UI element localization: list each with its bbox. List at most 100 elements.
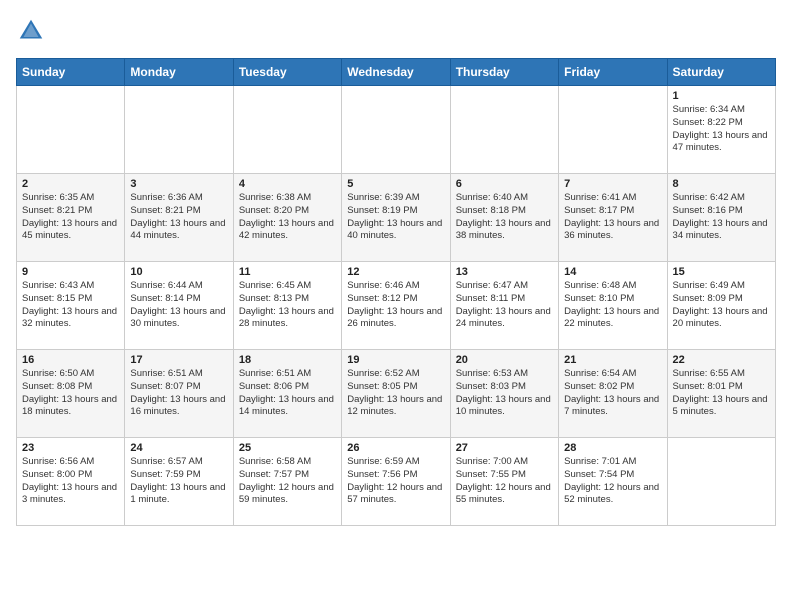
calendar-cell: 25 Sunrise: 6:58 AM Sunset: 7:57 PM Dayli… (233, 438, 341, 526)
day-number: 25 (239, 442, 336, 454)
day-info: Sunrise: 6:42 AM Sunset: 8:16 PM Dayligh… (673, 192, 770, 243)
day-number: 22 (673, 354, 770, 366)
calendar-cell: 14 Sunrise: 6:48 AM Sunset: 8:10 PM Dayli… (559, 262, 667, 350)
calendar-cell: 3 Sunrise: 6:36 AM Sunset: 8:21 PM Daylig… (125, 174, 233, 262)
day-info: Sunrise: 6:47 AM Sunset: 8:11 PM Dayligh… (456, 280, 553, 331)
calendar-cell: 24 Sunrise: 6:57 AM Sunset: 7:59 PM Dayli… (125, 438, 233, 526)
logo-icon (16, 16, 46, 46)
calendar-week-3: 9 Sunrise: 6:43 AM Sunset: 8:15 PM Daylig… (17, 262, 776, 350)
day-number: 6 (456, 178, 553, 190)
day-info: Sunrise: 6:44 AM Sunset: 8:14 PM Dayligh… (130, 280, 227, 331)
day-info: Sunrise: 6:40 AM Sunset: 8:18 PM Dayligh… (456, 192, 553, 243)
day-info: Sunrise: 6:58 AM Sunset: 7:57 PM Dayligh… (239, 456, 336, 507)
calendar-cell: 19 Sunrise: 6:52 AM Sunset: 8:05 PM Dayli… (342, 350, 450, 438)
calendar-cell: 18 Sunrise: 6:51 AM Sunset: 8:06 PM Dayli… (233, 350, 341, 438)
day-info: Sunrise: 6:38 AM Sunset: 8:20 PM Dayligh… (239, 192, 336, 243)
day-info: Sunrise: 6:56 AM Sunset: 8:00 PM Dayligh… (22, 456, 119, 507)
day-info: Sunrise: 6:36 AM Sunset: 8:21 PM Dayligh… (130, 192, 227, 243)
day-info: Sunrise: 6:52 AM Sunset: 8:05 PM Dayligh… (347, 368, 444, 419)
calendar-week-4: 16 Sunrise: 6:50 AM Sunset: 8:08 PM Dayli… (17, 350, 776, 438)
weekday-row: SundayMondayTuesdayWednesdayThursdayFrid… (17, 59, 776, 86)
calendar-cell: 28Sunrise: 7:01 AM Sunset: 7:54 PM Dayli… (559, 438, 667, 526)
calendar-cell: 12Sunrise: 6:46 AM Sunset: 8:12 PM Dayli… (342, 262, 450, 350)
calendar-cell (17, 86, 125, 174)
calendar-cell: 20Sunrise: 6:53 AM Sunset: 8:03 PM Dayli… (450, 350, 558, 438)
day-info: Sunrise: 6:51 AM Sunset: 8:07 PM Dayligh… (130, 368, 227, 419)
calendar-week-5: 23 Sunrise: 6:56 AM Sunset: 8:00 PM Dayli… (17, 438, 776, 526)
calendar-cell (667, 438, 775, 526)
day-info: Sunrise: 6:51 AM Sunset: 8:06 PM Dayligh… (239, 368, 336, 419)
calendar-cell: 5Sunrise: 6:39 AM Sunset: 8:19 PM Daylig… (342, 174, 450, 262)
day-number: 17 (130, 354, 227, 366)
day-number: 13 (456, 266, 553, 278)
day-info: Sunrise: 6:43 AM Sunset: 8:15 PM Dayligh… (22, 280, 119, 331)
calendar-cell: 13 Sunrise: 6:47 AM Sunset: 8:11 PM Dayli… (450, 262, 558, 350)
day-number: 8 (673, 178, 770, 190)
calendar-table: SundayMondayTuesdayWednesdayThursdayFrid… (16, 58, 776, 526)
day-number: 24 (130, 442, 227, 454)
page-header (16, 16, 776, 46)
day-number: 3 (130, 178, 227, 190)
calendar-body: 1 Sunrise: 6:34 AM Sunset: 8:22 PM Daylig… (17, 86, 776, 526)
weekday-header-friday: Friday (559, 59, 667, 86)
calendar-header: SundayMondayTuesdayWednesdayThursdayFrid… (17, 59, 776, 86)
day-number: 4 (239, 178, 336, 190)
day-number: 23 (22, 442, 119, 454)
logo (16, 16, 50, 46)
day-info: Sunrise: 6:39 AM Sunset: 8:19 PM Dayligh… (347, 192, 444, 243)
calendar-cell: 23 Sunrise: 6:56 AM Sunset: 8:00 PM Dayli… (17, 438, 125, 526)
calendar-cell (342, 86, 450, 174)
calendar-cell: 6 Sunrise: 6:40 AM Sunset: 8:18 PM Daylig… (450, 174, 558, 262)
day-info: Sunrise: 6:41 AM Sunset: 8:17 PM Dayligh… (564, 192, 661, 243)
day-number: 11 (239, 266, 336, 278)
calendar-week-1: 1 Sunrise: 6:34 AM Sunset: 8:22 PM Daylig… (17, 86, 776, 174)
day-number: 12 (347, 266, 444, 278)
day-number: 2 (22, 178, 119, 190)
day-number: 9 (22, 266, 119, 278)
calendar-cell: 17 Sunrise: 6:51 AM Sunset: 8:07 PM Dayli… (125, 350, 233, 438)
calendar-cell: 22 Sunrise: 6:55 AM Sunset: 8:01 PM Dayli… (667, 350, 775, 438)
day-info: Sunrise: 6:57 AM Sunset: 7:59 PM Dayligh… (130, 456, 227, 507)
weekday-header-monday: Monday (125, 59, 233, 86)
calendar-cell: 10Sunrise: 6:44 AM Sunset: 8:14 PM Dayli… (125, 262, 233, 350)
calendar-cell: 26Sunrise: 6:59 AM Sunset: 7:56 PM Dayli… (342, 438, 450, 526)
calendar-cell: 2 Sunrise: 6:35 AM Sunset: 8:21 PM Daylig… (17, 174, 125, 262)
calendar-cell: 11 Sunrise: 6:45 AM Sunset: 8:13 PM Dayli… (233, 262, 341, 350)
weekday-header-wednesday: Wednesday (342, 59, 450, 86)
day-info: Sunrise: 7:00 AM Sunset: 7:55 PM Dayligh… (456, 456, 553, 507)
day-info: Sunrise: 6:55 AM Sunset: 8:01 PM Dayligh… (673, 368, 770, 419)
day-info: Sunrise: 6:48 AM Sunset: 8:10 PM Dayligh… (564, 280, 661, 331)
day-number: 27 (456, 442, 553, 454)
calendar-cell: 16 Sunrise: 6:50 AM Sunset: 8:08 PM Dayli… (17, 350, 125, 438)
day-number: 26 (347, 442, 444, 454)
calendar-cell: 4 Sunrise: 6:38 AM Sunset: 8:20 PM Daylig… (233, 174, 341, 262)
calendar-cell: 1 Sunrise: 6:34 AM Sunset: 8:22 PM Daylig… (667, 86, 775, 174)
calendar-cell: 27 Sunrise: 7:00 AM Sunset: 7:55 PM Dayli… (450, 438, 558, 526)
day-info: Sunrise: 6:34 AM Sunset: 8:22 PM Dayligh… (673, 104, 770, 155)
calendar-cell (450, 86, 558, 174)
day-info: Sunrise: 6:49 AM Sunset: 8:09 PM Dayligh… (673, 280, 770, 331)
day-number: 7 (564, 178, 661, 190)
day-number: 1 (673, 90, 770, 102)
day-number: 18 (239, 354, 336, 366)
calendar-cell (233, 86, 341, 174)
calendar-cell: 9 Sunrise: 6:43 AM Sunset: 8:15 PM Daylig… (17, 262, 125, 350)
day-info: Sunrise: 6:45 AM Sunset: 8:13 PM Dayligh… (239, 280, 336, 331)
day-info: Sunrise: 6:50 AM Sunset: 8:08 PM Dayligh… (22, 368, 119, 419)
weekday-header-sunday: Sunday (17, 59, 125, 86)
calendar-cell (559, 86, 667, 174)
weekday-header-tuesday: Tuesday (233, 59, 341, 86)
day-number: 20 (456, 354, 553, 366)
weekday-header-saturday: Saturday (667, 59, 775, 86)
day-info: Sunrise: 6:54 AM Sunset: 8:02 PM Dayligh… (564, 368, 661, 419)
calendar-week-2: 2 Sunrise: 6:35 AM Sunset: 8:21 PM Daylig… (17, 174, 776, 262)
calendar-cell: 15Sunrise: 6:49 AM Sunset: 8:09 PM Dayli… (667, 262, 775, 350)
day-number: 28 (564, 442, 661, 454)
day-info: Sunrise: 6:35 AM Sunset: 8:21 PM Dayligh… (22, 192, 119, 243)
calendar-cell: 7 Sunrise: 6:41 AM Sunset: 8:17 PM Daylig… (559, 174, 667, 262)
calendar-cell (125, 86, 233, 174)
day-number: 19 (347, 354, 444, 366)
day-number: 21 (564, 354, 661, 366)
day-number: 16 (22, 354, 119, 366)
day-number: 14 (564, 266, 661, 278)
